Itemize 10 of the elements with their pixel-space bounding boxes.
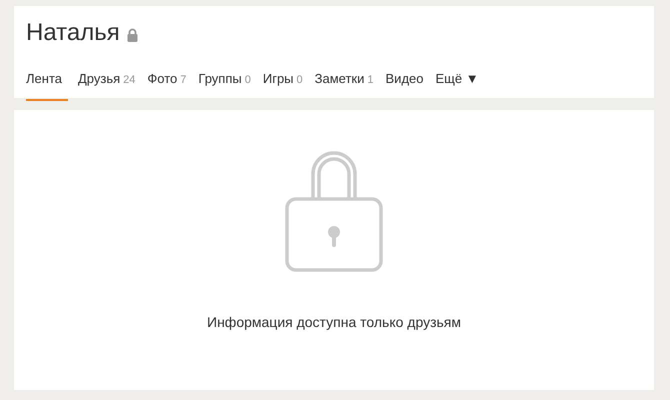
profile-tab[interactable]: Видео [386,60,430,101]
profile-tab[interactable]: Группы 0 [198,60,257,101]
profile-tab[interactable]: Заметки 1 [314,60,380,101]
profile-tab[interactable]: Фото 7 [147,60,192,101]
profile-tab[interactable]: Друзья 24 [78,60,142,101]
profile-tab[interactable]: Лента [26,60,68,101]
profile-tab[interactable]: Ещё ▼ [436,60,485,101]
profile-tab[interactable]: Игры 0 [262,60,309,101]
access-message: Информация доступна только друзьям [207,314,461,330]
profile-name: Наталья [26,19,120,47]
